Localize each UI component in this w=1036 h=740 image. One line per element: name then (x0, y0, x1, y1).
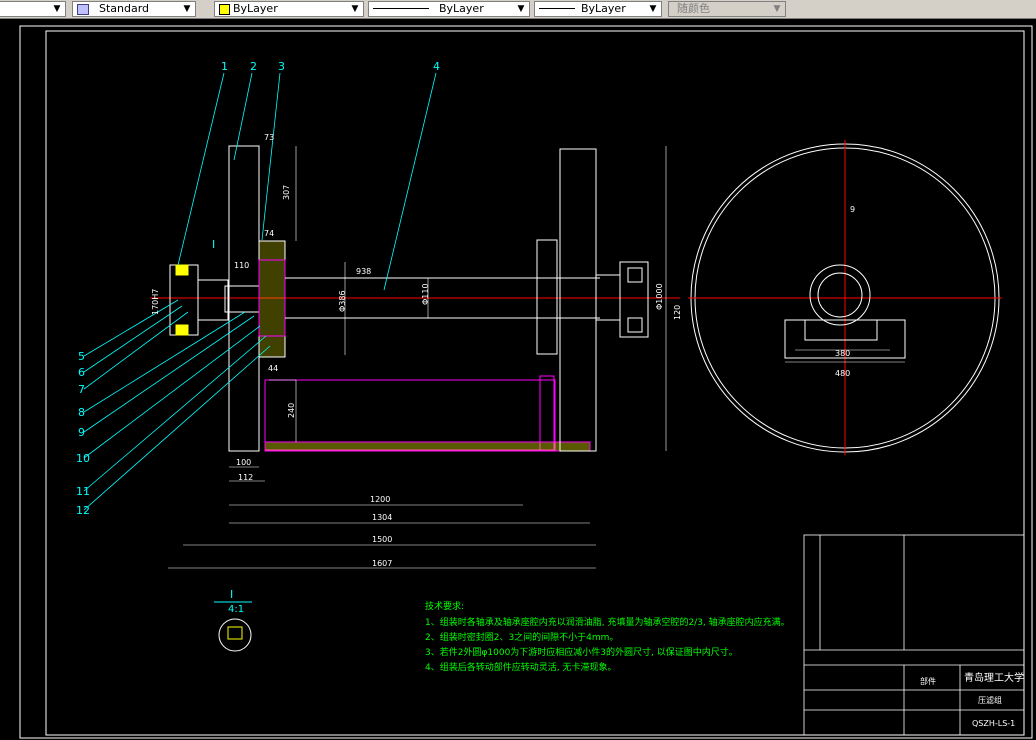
color-value: ByLayer (233, 2, 278, 15)
school-name: 青岛理工大学 (964, 671, 1024, 684)
detail-scale: 4:1 (228, 604, 244, 615)
dim-text: 9 (850, 205, 855, 214)
plot-style-value: 随颜色 (677, 2, 710, 15)
text-style-value: Standard (99, 2, 150, 15)
dim-text: Φ386 (338, 290, 347, 312)
dim-text: 100 (236, 458, 251, 467)
material: 部件 (920, 676, 936, 686)
dim-text: 307 (282, 185, 291, 200)
text-style-dropdown[interactable]: Standard ▼ (72, 1, 196, 17)
lineweight-value: ByLayer (581, 2, 626, 15)
dim-text: 1200 (370, 495, 390, 504)
plot-style-dropdown: 随颜色 ▼ (668, 1, 786, 17)
dim-text: Φ1000 (655, 283, 664, 310)
chevron-down-icon: ▼ (517, 4, 525, 14)
note-line: 3、若件2外圆φ1000为下游时应相应减小件3的外圆尺寸, 以保证图中内尺寸。 (425, 646, 738, 658)
chevron-down-icon: ▼ (773, 4, 781, 14)
dim-text: 73 (264, 133, 274, 142)
note-line: 2、组装时密封圈2、3之间的间隙不小于4mm。 (425, 631, 618, 643)
color-swatch-icon (219, 4, 230, 15)
part-number: 10 (76, 452, 90, 465)
linetype-value: ByLayer (439, 2, 484, 15)
layer-dropdown[interactable]: ▼ (0, 1, 66, 17)
dim-text: 110 (234, 261, 249, 270)
detail-marker: I (212, 238, 215, 251)
note-line: 4、组装后各转动部件应转动灵活, 无卡滞现象。 (425, 661, 616, 673)
sheet-inner-border (45, 30, 1025, 736)
dim-text: 74 (264, 229, 274, 238)
lineweight-sample-icon (539, 8, 575, 9)
technical-notes: 技术要求: 1、组装时各轴承及轴承座腔内充以润滑油脂, 充填量为轴承空腔的2/3… (425, 600, 790, 673)
dim-text: 44 (268, 364, 278, 373)
note-line: 1、组装时各轴承及轴承座腔内充以润滑油脂, 充填量为轴承空腔的2/3, 轴承座腔… (425, 616, 790, 628)
dim-text: 480 (835, 369, 850, 378)
color-dropdown[interactable]: ByLayer ▼ (214, 1, 364, 17)
dim-text: 1607 (372, 559, 392, 568)
drum-body (264, 375, 591, 452)
part-number: 9 (78, 426, 85, 439)
title-block-text: 青岛理工大学 压滤组 部件 QSZH-LS-1 (920, 671, 1024, 728)
linetype-sample-icon (373, 8, 429, 9)
part-number: 8 (78, 406, 85, 419)
part-number: 2 (250, 60, 257, 73)
part-number: 12 (76, 504, 90, 517)
part-number: 1 (221, 60, 228, 73)
dim-text: Φ110 (421, 283, 430, 305)
chevron-down-icon: ▼ (649, 4, 657, 14)
dim-text: 170H7 (151, 289, 160, 315)
dim-text: 1500 (372, 535, 392, 544)
notes-title: 技术要求: (425, 600, 464, 612)
dim-text: 240 (287, 403, 296, 418)
dim-text: 120 (673, 305, 682, 320)
dim-text: 938 (356, 267, 371, 276)
part-name: 压滤组 (978, 695, 1002, 705)
part-number: 6 (78, 366, 85, 379)
drawing-number: QSZH-LS-1 (972, 719, 1015, 728)
detail-label: I (230, 588, 233, 601)
part-number: 3 (278, 60, 285, 73)
chevron-down-icon: ▼ (53, 4, 61, 14)
part-number: 7 (78, 383, 85, 396)
linetype-dropdown[interactable]: ByLayer ▼ (368, 1, 530, 17)
part-number: 11 (76, 485, 90, 498)
dim-text: 1304 (372, 513, 392, 522)
part-number: 5 (78, 350, 85, 363)
detail-view: I 4:1 (214, 588, 252, 652)
chevron-down-icon: ▼ (351, 4, 359, 14)
properties-toolbar: ▼ Standard ▼ ByLayer ▼ ByLayer ▼ ByLayer… (0, 0, 1036, 19)
dim-text: 112 (238, 473, 253, 482)
lineweight-dropdown[interactable]: ByLayer ▼ (534, 1, 662, 17)
bearing-housing (169, 264, 260, 336)
wheel-front-view (688, 140, 1002, 455)
sheet-outer-border (19, 25, 1033, 739)
dimension-texts: 73 307 74 110 938 Φ386 Φ110 Φ1000 120 17… (151, 133, 855, 568)
chevron-down-icon: ▼ (183, 4, 191, 14)
part-number: 4 (433, 60, 440, 73)
title-block (803, 534, 1025, 736)
dim-text: 380 (835, 349, 850, 358)
text-style-icon (77, 4, 89, 15)
drawing-canvas[interactable]: 1 2 3 4 5 6 7 8 9 10 11 12 I 73 307 74 1… (0, 19, 1036, 740)
